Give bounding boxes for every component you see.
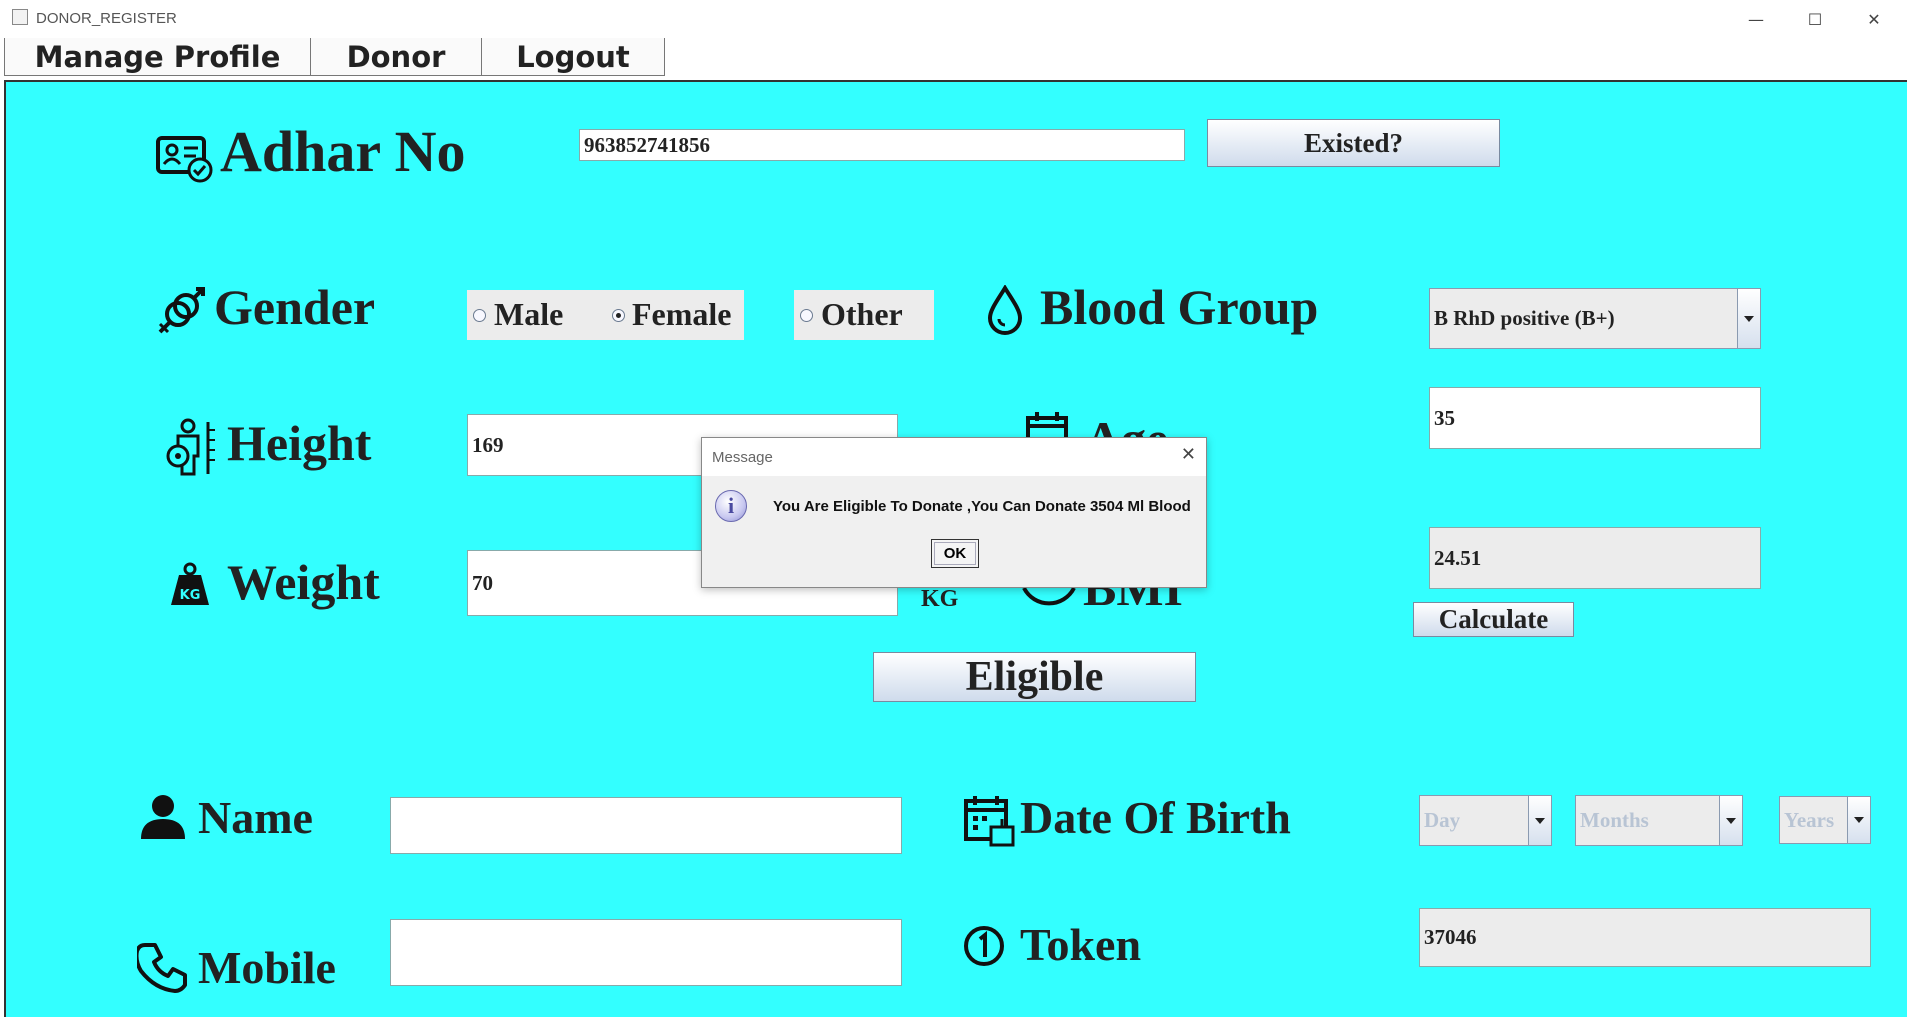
height-label: Height xyxy=(227,415,372,471)
maximize-button[interactable]: ☐ xyxy=(1792,4,1838,34)
name-input[interactable] xyxy=(390,797,902,854)
female-radio[interactable] xyxy=(612,309,625,322)
gender-icon xyxy=(156,286,206,336)
mobile-input[interactable] xyxy=(390,919,902,986)
female-radio-label[interactable]: Female xyxy=(632,296,732,333)
blood-drop-icon xyxy=(985,285,1025,335)
blood-group-label: Blood Group xyxy=(1040,279,1319,335)
dialog-message: You Are Eligible To Donate ,You Can Dona… xyxy=(773,498,1191,515)
dob-day-select[interactable]: Day xyxy=(1419,795,1552,846)
token-number-icon xyxy=(963,925,1005,967)
menu-manage-profile[interactable]: Manage Profile xyxy=(4,38,311,76)
dialog-close-button[interactable]: ✕ xyxy=(1181,444,1196,465)
java-app-icon xyxy=(12,9,28,25)
chevron-down-icon[interactable] xyxy=(1719,796,1742,845)
bmi-label-bottom: BMI xyxy=(1083,585,1183,605)
blood-group-value: B RhD positive (B+) xyxy=(1434,306,1615,330)
window-edge xyxy=(1907,80,1913,1017)
adhar-label: Adhar No xyxy=(220,119,466,184)
existed-button[interactable]: Existed? xyxy=(1207,119,1500,167)
male-radio-label[interactable]: Male xyxy=(494,296,563,333)
dob-year-select[interactable]: Years xyxy=(1779,796,1871,844)
dob-month-value: Months xyxy=(1580,808,1649,832)
age-input[interactable]: 35 xyxy=(1429,387,1761,449)
message-dialog: Message ✕ i You Are Eligible To Donate ,… xyxy=(701,437,1207,588)
bmi-icon xyxy=(1020,588,1078,608)
calculate-button[interactable]: Calculate xyxy=(1413,602,1574,637)
svg-text:KG: KG xyxy=(180,588,201,603)
info-icon: i xyxy=(715,490,747,522)
name-label: Name xyxy=(198,792,313,843)
dob-label: Date Of Birth xyxy=(1020,792,1291,843)
eligible-button[interactable]: Eligible xyxy=(873,652,1196,702)
phone-icon xyxy=(137,941,189,993)
dialog-ok-button[interactable]: OK xyxy=(931,539,979,568)
height-icon xyxy=(162,418,220,476)
chevron-down-icon[interactable] xyxy=(1737,289,1760,348)
other-radio-label[interactable]: Other xyxy=(821,296,903,333)
male-radio[interactable] xyxy=(473,309,486,322)
dialog-title: Message xyxy=(712,449,773,466)
title-bar: DONOR_REGISTER — ☐ ✕ xyxy=(0,0,1913,38)
blood-group-select[interactable]: B RhD positive (B+) xyxy=(1429,288,1761,349)
close-button[interactable]: ✕ xyxy=(1851,4,1897,34)
dialog-title-bar: Message ✕ xyxy=(702,438,1206,476)
calendar-birthday-icon xyxy=(963,795,1015,847)
weight-label: Weight xyxy=(227,554,380,610)
minimize-button[interactable]: — xyxy=(1733,4,1779,34)
dob-month-select[interactable]: Months xyxy=(1575,795,1743,846)
chevron-down-icon[interactable] xyxy=(1528,796,1551,845)
dob-year-value: Years xyxy=(1784,807,1835,832)
id-card-icon xyxy=(156,132,214,184)
user-icon xyxy=(139,793,187,841)
token-label: Token xyxy=(1020,919,1142,970)
menu-donor[interactable]: Donor xyxy=(310,38,482,76)
dob-day-value: Day xyxy=(1424,808,1461,832)
window-title: DONOR_REGISTER xyxy=(36,10,177,27)
bmi-label: BMI xyxy=(1083,585,1183,605)
mobile-label: Mobile xyxy=(198,942,336,993)
bmi-output: 24.51 xyxy=(1429,527,1761,589)
menu-bar: Manage Profile Donor Logout xyxy=(0,38,1913,80)
menu-logout[interactable]: Logout xyxy=(481,38,665,76)
weight-unit-label: KG xyxy=(921,586,959,612)
chevron-down-icon[interactable] xyxy=(1847,797,1870,843)
other-radio[interactable] xyxy=(800,309,813,322)
token-output: 37046 xyxy=(1419,908,1871,967)
age-label: Age xyxy=(1085,410,1168,438)
weight-kg-icon: KG xyxy=(167,561,213,607)
adhar-input[interactable]: 963852741856 xyxy=(579,129,1185,161)
gender-label: Gender xyxy=(214,279,376,335)
